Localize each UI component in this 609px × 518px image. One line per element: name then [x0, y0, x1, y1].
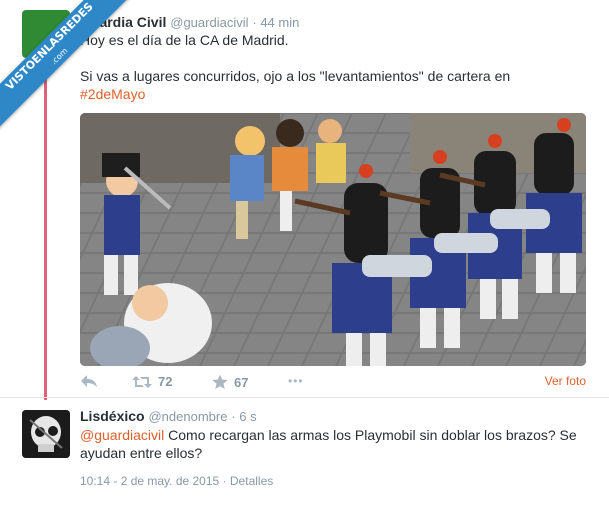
- more-icon: •••: [288, 374, 304, 388]
- favorite-button[interactable]: 67: [212, 374, 248, 390]
- view-photo-link[interactable]: Ver foto: [545, 374, 586, 388]
- watermark-label: VISTOENLASREDES .com: [0, 0, 130, 130]
- details-link[interactable]: Detalles: [230, 474, 273, 488]
- tweet1-photo[interactable]: [80, 113, 586, 366]
- retweet-icon: [132, 375, 152, 388]
- retweet-button[interactable]: 72: [132, 374, 172, 389]
- skull-avatar-image: [22, 410, 70, 458]
- favorite-count: 67: [234, 374, 249, 390]
- more-button[interactable]: •••: [288, 374, 304, 388]
- tweet1-text-line2: Si vas a lugares concurridos, ojo a los …: [80, 68, 511, 84]
- tweet-divider: [0, 397, 609, 398]
- playmobil-scene-image: [80, 113, 586, 366]
- tweet2-meta: 10:14 - 2 de may. de 2015 · Detalles: [80, 474, 273, 488]
- reply-icon: [81, 375, 97, 387]
- lisdexico-avatar[interactable]: [22, 410, 70, 458]
- reply-button[interactable]: [80, 374, 98, 388]
- watermark-ribbon: VISTOENLASREDES .com: [0, 0, 130, 130]
- tweet2-time[interactable]: · 6 s: [231, 409, 256, 424]
- tweet1-handle[interactable]: @guardiacivil: [170, 15, 248, 30]
- tweet2-text: @guardiacivil Como recargan las armas lo…: [80, 426, 595, 462]
- tweet1-time[interactable]: · 44 min: [252, 15, 299, 30]
- star-icon: [212, 374, 228, 389]
- tweet2-timestamp: 10:14 - 2 de may. de 2015: [80, 474, 220, 488]
- tweet2-header: Lisdéxico @ndenombre · 6 s: [80, 408, 257, 424]
- tweet2-handle[interactable]: @ndenombre: [148, 409, 227, 424]
- meta-separator: ·: [219, 474, 230, 488]
- tweet1-actions: 72 67 ••• Ver foto: [80, 372, 590, 398]
- retweet-count: 72: [158, 374, 173, 389]
- tweet2-author-name[interactable]: Lisdéxico: [80, 408, 145, 424]
- tweet2-mention[interactable]: @guardiacivil: [80, 427, 164, 443]
